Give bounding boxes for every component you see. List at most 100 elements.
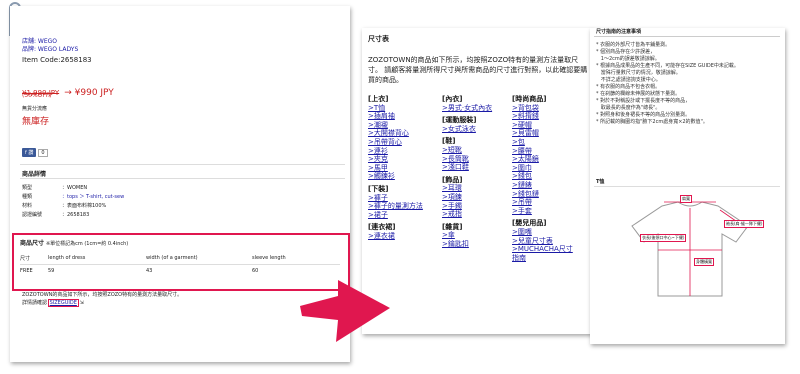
- size-col-header: 尺寸: [20, 252, 48, 265]
- size-col-header: width (of a garment): [146, 252, 252, 265]
- category-link[interactable]: >吊帶背心: [368, 138, 423, 147]
- size-table-header-row: 尺寸 length of dress width (of a garment) …: [20, 252, 340, 265]
- category-heading: [下裝]: [368, 184, 389, 193]
- details-table: 類型 ：WOMEN 種類 ：tops ＞ T-shirt, cut-sew 材料 ：表…: [22, 184, 124, 220]
- detail-value[interactable]: ：tops ＞ T-shirt, cut-sew: [62, 194, 124, 200]
- item-code: Item Code:2658183: [22, 56, 92, 64]
- category-heading: [時尚商品]: [512, 95, 547, 103]
- category-link[interactable]: >腰帶: [512, 147, 573, 156]
- new-price: → ¥990 JPY: [64, 88, 114, 98]
- detail-row: 認證編號 ：2658183: [22, 211, 124, 220]
- category-link[interactable]: >吊帶: [512, 198, 573, 207]
- length-label: 衣長(後領口中心~下擺): [640, 234, 687, 242]
- category-link[interactable]: >背包袋: [512, 104, 573, 113]
- category-link[interactable]: >連衣裙: [368, 232, 423, 241]
- size-chart-intro: ZOZOTOWN的商品如下所示，均按照ZOZO特有的量測方法量取尺寸。 請顧客將…: [368, 56, 588, 84]
- category-link[interactable]: >褲子: [368, 194, 423, 203]
- tshirt-diagram: 肩寬 袖長(肩·縫一隊下擺) 衣長(後領口中心~下擺) 身體橫寬: [600, 192, 780, 302]
- size-guide-prefix: 詳情請確認: [22, 300, 48, 306]
- divider: [20, 164, 345, 165]
- category-link[interactable]: >淺口鞋: [442, 163, 492, 172]
- size-cell: FREE: [20, 268, 33, 274]
- category-link[interactable]: >太陽鏡: [512, 155, 573, 164]
- sleeve-label: 袖長(肩·縫一隊下擺): [724, 220, 765, 228]
- category-link[interactable]: >T恤: [368, 104, 423, 113]
- category-link[interactable]: >圍嘴: [512, 228, 573, 237]
- category-link[interactable]: 指南: [512, 254, 573, 263]
- shoulder-label: 肩寬: [680, 195, 692, 203]
- category-heading: [嬰兒用品]: [512, 219, 547, 228]
- category-link[interactable]: >長筒靴: [442, 155, 492, 164]
- like-label: 讚: [28, 150, 34, 156]
- size-footnote: ZOZOTOWN的商品如下所示，均按照ZOZO特有的量測方法量取尺寸。: [22, 292, 183, 298]
- note-line: * 衣服的外部尺寸皆為平鋪量測。: [596, 42, 671, 48]
- category-link[interactable]: >褲子的量測方法: [368, 202, 423, 211]
- detail-row: 種類 ：tops ＞ T-shirt, cut-sew: [22, 193, 124, 202]
- note-line: 不詳之處請諮詢支援中心。: [596, 77, 661, 83]
- like-button[interactable]: f 讚: [22, 148, 37, 157]
- category-link[interactable]: >大開襟背心: [368, 129, 423, 138]
- category-link[interactable]: >耳環: [442, 184, 492, 193]
- detail-value: ：表面布料棉100%: [62, 203, 107, 209]
- category-link[interactable]: >手鐲: [442, 202, 492, 211]
- category-link[interactable]: >貝雷帽: [512, 129, 573, 138]
- category-link[interactable]: >傘: [442, 231, 492, 240]
- size-header: 商品尺寸 ※單位標記為cm (1cm=約 0.4inch): [20, 238, 342, 248]
- category-link[interactable]: >兒童尺寸表: [512, 237, 573, 246]
- category-heading: [運動服裝]: [442, 116, 477, 125]
- category-link[interactable]: >女式泳衣: [442, 125, 492, 134]
- category-link[interactable]: >連衫: [368, 147, 423, 156]
- category-link[interactable]: >裙子: [368, 211, 423, 220]
- note-line: 當殊行量數尺寸的情況，敬請諒解。: [596, 70, 681, 76]
- details-title: 商品詳情: [22, 171, 47, 178]
- size-guide-link[interactable]: SIZEGUIDE: [47, 299, 79, 307]
- category-heading: [內衣]: [442, 95, 463, 103]
- category-link[interactable]: >鑰匙扣: [442, 240, 492, 249]
- note-line: * 在刹篩的欄線未伸展的狀態下量測。: [596, 91, 681, 97]
- size-cell: 59: [48, 268, 55, 274]
- like-count: 0: [38, 148, 48, 157]
- category-link[interactable]: >MUCHACHA尺寸: [512, 245, 573, 254]
- detail-key: 類型: [22, 185, 33, 191]
- detail-value: ：2658183: [62, 212, 90, 218]
- category-link[interactable]: >斜揹錢: [512, 112, 573, 121]
- stock-status: 無庫存: [22, 117, 50, 127]
- detail-key: 認證編號: [22, 212, 43, 218]
- category-link[interactable]: >錢包鏈: [512, 190, 573, 199]
- note-line: * 有衣服的商品不包含衣帽。: [596, 84, 661, 90]
- brand-label[interactable]: 品牌: WEGO LADYS: [22, 44, 78, 53]
- category-link[interactable]: >戒指: [442, 210, 492, 219]
- category-heading: [上衣]: [368, 95, 389, 103]
- category-link[interactable]: >男式·女式內衣: [442, 104, 492, 113]
- note-line: * 對照身和後身裙長不等的商品分別量測。: [596, 112, 691, 118]
- note-line: * 所記載的胸圍均指"腋下2cm處身寬×2的數值"。: [596, 119, 708, 125]
- category-column-2: [內衣] >男式·女式內衣 [運動服裝] >女式泳衣 [鞋] >短靴 >長筒靴 >淺口鞋 [飾品…: [442, 95, 492, 249]
- detail-value: ：WOMEN: [62, 185, 88, 191]
- stock-label: 無貨分流應: [22, 106, 48, 112]
- category-link[interactable]: >觸鍊衫: [368, 172, 423, 181]
- category-link[interactable]: >夾克: [368, 155, 423, 164]
- category-link[interactable]: >鏈錶: [512, 181, 573, 190]
- note-line: 取最長的長度作為"總長"。: [596, 105, 661, 111]
- category-link[interactable]: >短靴: [442, 146, 492, 155]
- divider: [594, 186, 780, 187]
- size-note: ※單位標記為cm (1cm=約 0.4inch): [45, 241, 129, 247]
- width-label: 身體橫寬: [694, 258, 714, 266]
- category-link[interactable]: >包: [512, 138, 573, 147]
- note-line: 1〜2cm的誤差敬請諒解。: [596, 56, 660, 62]
- external-link-icon: ⇲: [79, 300, 84, 306]
- category-link[interactable]: >項鍊: [442, 193, 492, 202]
- size-table: 尺寸 length of dress width (of a garment) …: [20, 252, 340, 277]
- category-link[interactable]: >手套: [512, 207, 573, 216]
- tshirt-title: T恤: [596, 179, 605, 185]
- tshirt-icon: [631, 201, 749, 297]
- size-notes-panel: 尺寸指南的注意事項 * 衣服的外部尺寸皆為平鋪量測。 * 個別商品存在少許誤差， …: [590, 28, 785, 344]
- discount-label: (50%OFF): [22, 92, 52, 99]
- size-title: 商品尺寸: [20, 240, 45, 247]
- category-column-1: [上衣] >T恤 >插肩袖 >潮襯 >大開襟背心 >吊帶背心 >連衫 >夾克 >馬甲 >觸鍊衫 [下…: [368, 95, 423, 241]
- category-link[interactable]: >錢包: [512, 172, 573, 181]
- category-heading: [連衣裙]: [368, 223, 396, 232]
- category-link[interactable]: >插肩袖: [368, 112, 423, 121]
- detail-key: 材料: [22, 203, 33, 209]
- like-widget[interactable]: f 讚 0: [22, 148, 48, 157]
